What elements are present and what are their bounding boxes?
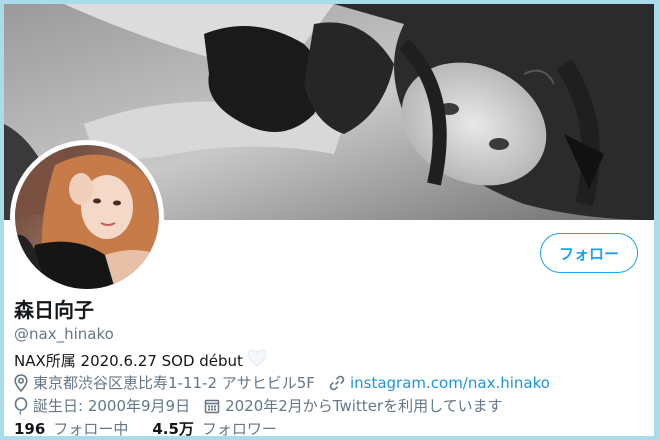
following-label: フォロー中 [53,420,129,436]
avatar-photo [15,145,159,289]
followers-count: 4.5万 [152,420,194,436]
website-link[interactable]: instagram.com/nax.hinako [350,374,550,392]
birthday-text: 誕生日: 2000年9月9日 [33,397,191,415]
bio-text: NAX所属 2020.6.27 SOD début [14,351,243,370]
following-count: 196 [14,419,46,437]
display-name: 森日向子 [14,298,94,322]
balloon-icon [14,396,28,415]
profile-joined: 2020年2月からTwitterを利用しています [204,395,503,416]
white-heart-icon [247,349,267,371]
location-pin-icon [14,373,28,392]
profile-bio: NAX所属 2020.6.27 SOD début [14,349,267,371]
profile-location: 東京都渋谷区恵比寿1-11-2 アサヒビル5F [14,372,315,393]
follow-counts: 196 フォロー中 4.5万 フォロワー [14,418,301,437]
location-text: 東京都渋谷区恵比寿1-11-2 アサヒビル5F [33,374,315,392]
profile-birthday: 誕生日: 2000年9月9日 [14,395,190,416]
joined-text: 2020年2月からTwitterを利用しています [225,397,503,415]
follow-button[interactable]: フォロー [540,233,638,273]
profile-meta-row-2: 誕生日: 2000年9月9日 2020年2月からTwitterを利用しています [14,395,517,416]
profile-page: フォロー 森日向子 @nax_hinako NAX所属 2020.6.27 SO… [4,4,654,436]
followers-link[interactable]: 4.5万 フォロワー [152,418,277,436]
followers-label: フォロワー [201,420,277,436]
calendar-icon [204,399,220,413]
following-link[interactable]: 196 フォロー中 [14,418,129,437]
profile-avatar[interactable] [10,140,164,294]
profile-website[interactable]: instagram.com/nax.hinako [329,374,550,392]
user-handle[interactable]: @nax_hinako [14,325,114,343]
link-icon [329,375,345,390]
profile-meta-row-1: 東京都渋谷区恵比寿1-11-2 アサヒビル5F instagram.com/na… [14,372,564,393]
